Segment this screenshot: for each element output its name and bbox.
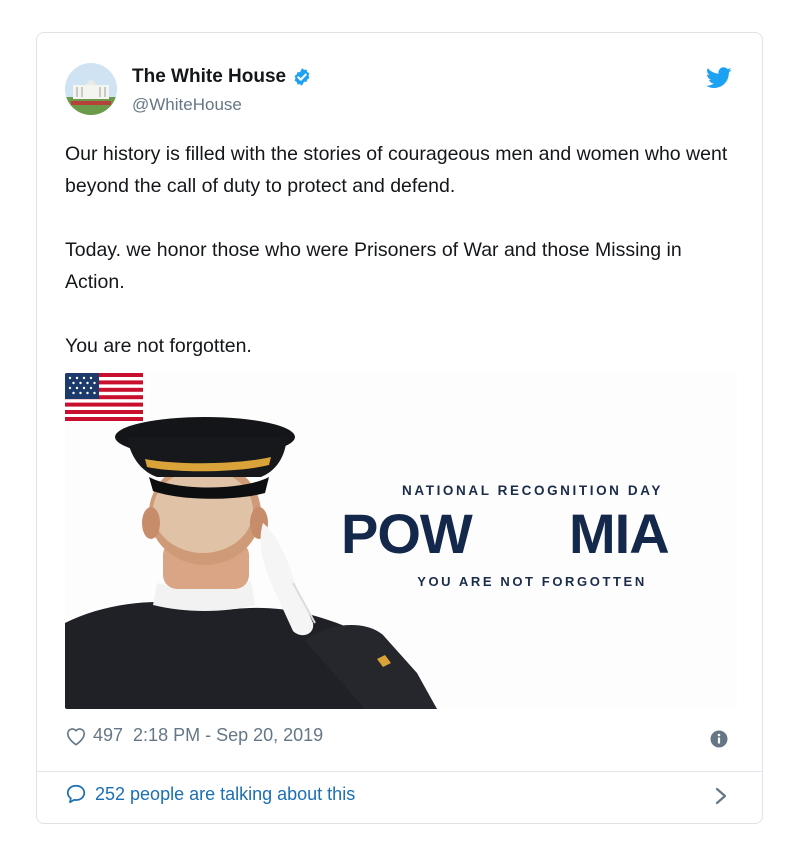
info-icon[interactable] (710, 730, 728, 748)
verified-badge-icon (294, 68, 310, 86)
media-kicker-text: NATIONAL RECOGNITION DAY (402, 483, 663, 498)
like-count: 497 (93, 725, 124, 745)
avatar[interactable] (65, 63, 117, 115)
heart-icon (67, 727, 85, 745)
tweet-paragraph-2: Today. we honor those who were Prisoners… (65, 239, 682, 293)
divider (37, 771, 762, 772)
tweet-media-image[interactable]: NATIONAL RECOGNITION DAY POW MIA YOU ARE… (65, 373, 737, 709)
author-row[interactable]: The White House (132, 66, 312, 88)
media-title-pow: POW (341, 502, 473, 565)
tweet-paragraph-1: Our history is filled with the stories o… (65, 143, 728, 197)
tweet-meta-row: 497 2:18 PM - Sep 20, 2019 (65, 725, 323, 746)
media-tagline-text: YOU ARE NOT FORGOTTEN (417, 574, 647, 589)
tweet-text: Our history is filled with the stories o… (65, 138, 735, 394)
twitter-bird-icon[interactable] (706, 67, 732, 89)
conversation-link-text[interactable]: 252 people are talking about this (95, 784, 355, 805)
media-title-mia: MIA (569, 502, 670, 565)
chevron-right-icon[interactable] (714, 787, 728, 805)
handle[interactable]: @WhiteHouse (132, 95, 242, 115)
tweet-timestamp[interactable]: 2:18 PM - Sep 20, 2019 (133, 725, 323, 746)
tweet-card: The White House @WhiteHouse Our history … (36, 32, 763, 824)
chat-bubble-icon (66, 784, 86, 804)
conversation-link[interactable]: 252 people are talking about this (65, 783, 355, 805)
like-button[interactable]: 497 (65, 725, 123, 746)
us-flag-icon (65, 373, 143, 421)
display-name[interactable]: The White House (132, 66, 286, 88)
tweet-paragraph-3: You are not forgotten. (65, 335, 252, 357)
